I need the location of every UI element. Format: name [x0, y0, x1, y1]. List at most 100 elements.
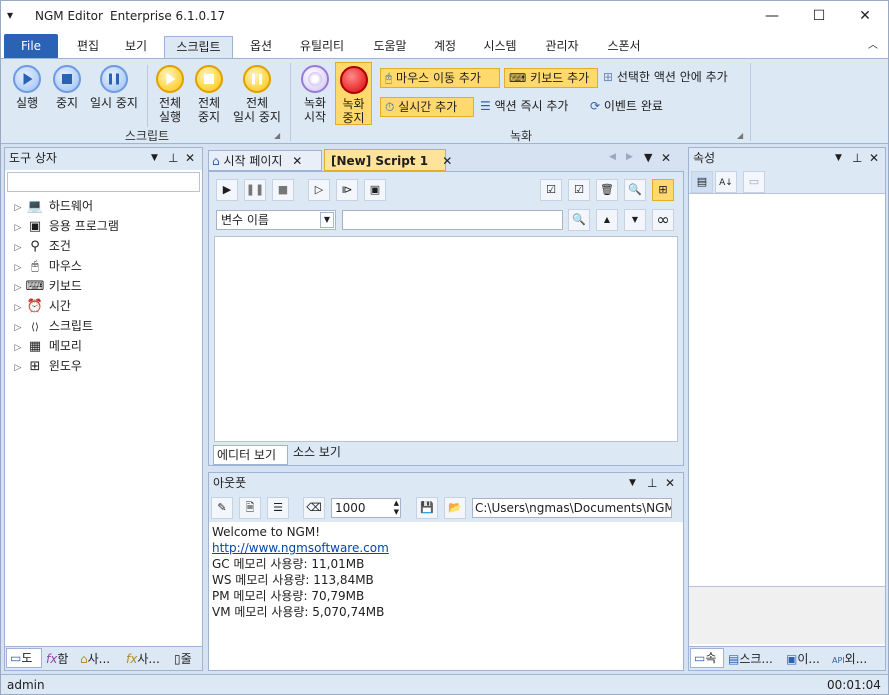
stepper-down-icon[interactable]: ▼	[394, 508, 399, 516]
variable-select[interactable]: 변수 이름 ▼	[216, 210, 336, 230]
tab-script-list[interactable]: ▤스크...	[725, 650, 781, 670]
expand-icon[interactable]: ▷	[11, 238, 25, 258]
pause-button[interactable]: 일시 중지	[87, 65, 141, 110]
record-start-button[interactable]: 녹화 시작	[296, 65, 334, 124]
tab-edit[interactable]: 편집	[65, 36, 111, 58]
dialog-launcher-icon[interactable]: ◢	[737, 131, 743, 140]
loop-button[interactable]: ∞	[652, 209, 674, 231]
expand-icon[interactable]: ▷	[11, 318, 25, 338]
tree-item-window[interactable]: ▷ ⊞ 윈도우	[11, 356, 202, 376]
search-input[interactable]	[342, 210, 563, 230]
stepper-up-icon[interactable]: ▲	[394, 499, 399, 507]
close-tab-icon[interactable]: ✕	[292, 154, 302, 168]
tab-properties[interactable]: ▭속	[690, 648, 724, 668]
tree-item-application[interactable]: ▷ ▣ 응용 프로그램	[11, 216, 202, 236]
save-log-button[interactable]: 💾	[416, 497, 438, 519]
tab-line[interactable]: ▯줄	[171, 650, 202, 670]
minimize-button[interactable]: —	[749, 1, 795, 32]
tab-images[interactable]: ▣이...	[783, 650, 829, 670]
expand-icon[interactable]: ▷	[11, 298, 25, 318]
add-action-now-button[interactable]: ☰ 액션 즉시 추가	[476, 97, 584, 117]
tab-functions[interactable]: fx함	[43, 650, 77, 670]
dropdown-icon[interactable]: ▼	[835, 148, 842, 168]
tab-source-view[interactable]: 소스 보기	[290, 443, 348, 463]
wrap-lines-button[interactable]: ☰	[267, 497, 289, 519]
tree-item-condition[interactable]: ▷ ⚲ 조건	[11, 236, 202, 256]
stop-all-button[interactable]: 전체 중지	[190, 65, 228, 124]
tab-editor-view[interactable]: 에디터 보기	[213, 445, 288, 465]
run-button[interactable]: 실행	[7, 65, 47, 110]
event-complete-button[interactable]: ⟳ 이벤트 완료	[586, 97, 678, 117]
scroll-right-icon[interactable]: ▶	[626, 152, 633, 162]
script-canvas[interactable]	[214, 236, 678, 442]
tab-toolbox[interactable]: ▭도	[6, 648, 42, 668]
tab-start-page[interactable]: ⌂ 시작 페이지 ✕	[208, 150, 322, 171]
dropdown-icon[interactable]: ▼	[629, 473, 636, 493]
close-button[interactable]: ✕	[842, 1, 888, 32]
find-button[interactable]: 🔍	[624, 179, 646, 201]
tree-item-hardware[interactable]: ▷ 💻 하드웨어	[11, 196, 202, 216]
file-menu[interactable]: File	[4, 34, 58, 58]
run-to-button[interactable]: ⧐	[336, 179, 358, 201]
check-all-button[interactable]: ☑	[540, 179, 562, 201]
tab-user-2[interactable]: fx사...	[123, 650, 169, 670]
tree-view-button[interactable]: ⊞	[652, 179, 674, 201]
close-icon[interactable]: ✕	[869, 148, 879, 168]
tab-help[interactable]: 도움말	[365, 36, 415, 58]
log-path-field[interactable]: C:\Users\ngmas\Documents\NGM6\	[472, 498, 672, 518]
tab-external[interactable]: API외...	[829, 650, 885, 670]
dialog-launcher-icon[interactable]: ◢	[274, 131, 280, 140]
maximize-button[interactable]: ☐	[796, 1, 842, 32]
property-grid[interactable]	[689, 194, 885, 586]
categorized-button[interactable]: ▤	[691, 171, 713, 193]
system-menu-icon[interactable]: ▾	[7, 8, 13, 22]
check-button[interactable]: ☑	[568, 179, 590, 201]
pin-icon[interactable]: ⊥	[647, 473, 657, 493]
tab-script-1[interactable]: [New] Script 1 ✕	[324, 149, 452, 171]
delete-button[interactable]: 🗑	[596, 179, 618, 201]
tree-item-script[interactable]: ▷ ⟨⟩ 스크립트	[11, 316, 202, 336]
play-button[interactable]: ▶	[216, 179, 238, 201]
search-button[interactable]: 🔍	[568, 209, 590, 231]
toolbox-search-input[interactable]	[7, 172, 200, 192]
tab-options[interactable]: 옵션	[239, 36, 283, 58]
collapse-ribbon-icon[interactable]: ︿	[863, 36, 883, 58]
search-prev-button[interactable]: ▲	[596, 209, 618, 231]
stop-button[interactable]: ■	[272, 179, 294, 201]
tab-admin[interactable]: 관리자	[536, 36, 588, 58]
tab-sponsor[interactable]: 스폰서	[598, 36, 650, 58]
tab-account[interactable]: 계정	[423, 36, 467, 58]
record-stop-button[interactable]: 녹화 중지	[335, 62, 372, 125]
clear-brush-button[interactable]: ✎	[211, 497, 233, 519]
stop-button[interactable]: 중지	[47, 65, 87, 110]
add-realtime-button[interactable]: ⏱ 실시간 추가	[380, 97, 474, 117]
open-folder-button[interactable]: 📂	[444, 497, 466, 519]
tab-list-icon[interactable]: ▼	[644, 151, 652, 164]
close-icon[interactable]: ✕	[665, 473, 675, 493]
expand-icon[interactable]: ▷	[11, 278, 25, 298]
close-tab-icon[interactable]: ✕	[442, 154, 452, 168]
tab-utility[interactable]: 유틸리티	[291, 36, 353, 58]
tab-system[interactable]: 시스템	[474, 36, 526, 58]
add-mouse-move-button[interactable]: 🖰 마우스 이동 추가	[380, 68, 500, 88]
search-next-button[interactable]: ▼	[624, 209, 646, 231]
scroll-left-icon[interactable]: ◀	[609, 152, 616, 162]
add-keyboard-button[interactable]: ⌨ 키보드 추가	[504, 68, 598, 88]
run-selected-button[interactable]: ▣	[364, 179, 386, 201]
expand-icon[interactable]: ▷	[11, 358, 25, 378]
pin-icon[interactable]: ⊥	[852, 148, 862, 168]
delay-stepper[interactable]: 1000 ▲ ▼	[331, 498, 401, 518]
tree-item-time[interactable]: ▷ ⏰ 시간	[11, 296, 202, 316]
property-pages-button[interactable]: ▭	[743, 171, 765, 193]
tab-user-1[interactable]: ⌂사...	[77, 650, 121, 670]
erase-button[interactable]: ⌫	[303, 497, 325, 519]
expand-icon[interactable]: ▷	[11, 198, 25, 218]
step-button[interactable]: ▷	[308, 179, 330, 201]
tree-item-memory[interactable]: ▷ ▦ 메모리	[11, 336, 202, 356]
tree-item-keyboard[interactable]: ▷ ⌨ 키보드	[11, 276, 202, 296]
pause-all-button[interactable]: 전체 일시 중지	[229, 65, 285, 124]
tab-script[interactable]: 스크립트	[164, 36, 233, 58]
tab-view[interactable]: 보기	[113, 36, 159, 58]
dropdown-icon[interactable]: ▼	[151, 148, 158, 168]
expand-icon[interactable]: ▷	[11, 338, 25, 358]
